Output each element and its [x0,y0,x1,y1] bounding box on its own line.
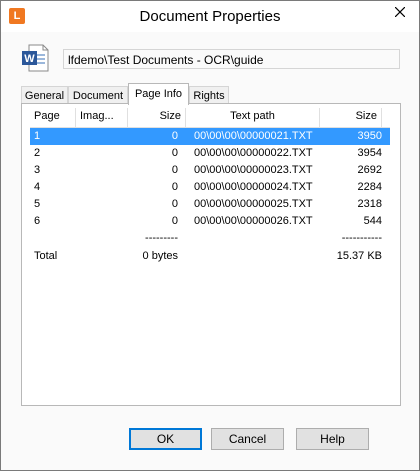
row-page: 6 [34,215,41,227]
separator-row: --------- ----------- [30,230,390,247]
row-page: 5 [34,198,41,210]
cancel-button[interactable]: Cancel [211,428,284,450]
row-page: 4 [34,181,41,193]
row-text-path: 00\00\00\00000021.TXT [194,130,313,142]
page-info-pane: Page Imag... Size Text path Size 1 0 00\… [21,103,401,406]
row-page: 1 [34,130,41,142]
row-image-size: 0 [171,198,178,210]
column-header-image[interactable]: Imag... [76,108,128,127]
row-text-size: 2318 [357,198,382,210]
row-image-size: 0 [171,215,178,227]
column-header-page[interactable]: Page [30,108,76,127]
row-text-size: 2692 [357,164,382,176]
svg-text:W: W [24,53,35,65]
row-page: 2 [34,147,41,159]
row-text-size: 3950 [357,130,382,142]
tab-rights[interactable]: Rights [189,86,229,104]
document-properties-window: L Document Properties W lfdemo\Test Docu… [0,0,420,471]
separator-dashes-right: ----------- [341,232,382,244]
tab-general[interactable]: General [21,86,68,104]
row-image-size: 0 [171,181,178,193]
list-header: Page Imag... Size Text path Size [30,108,390,128]
table-row[interactable]: 3 0 00\00\00\00000023.TXT 2692 [30,162,390,179]
close-icon [395,6,405,17]
total-text-size: 15.37 KB [336,250,382,262]
ok-button[interactable]: OK [129,428,202,450]
row-text-size: 544 [363,215,382,227]
window-title: Document Properties [139,8,281,25]
total-label: Total [34,250,58,262]
row-text-path: 00\00\00\00000024.TXT [194,181,313,193]
table-row[interactable]: 2 0 00\00\00\00000022.TXT 3954 [30,145,390,162]
document-path-field: lfdemo\Test Documents - OCR\guide [63,49,400,69]
row-image-size: 0 [171,164,178,176]
table-row[interactable]: 5 0 00\00\00\00000025.TXT 2318 [30,196,390,213]
row-text-path: 00\00\00\00000026.TXT [194,215,313,227]
table-row[interactable]: 4 0 00\00\00\00000024.TXT 2284 [30,179,390,196]
row-text-size: 2284 [357,181,382,193]
word-document-icon: W [22,44,49,72]
row-text-size: 3954 [357,147,382,159]
tab-page-info[interactable]: Page Info [128,83,189,105]
column-header-text-path[interactable]: Text path [186,108,320,127]
row-text-path: 00\00\00\00000022.TXT [194,147,313,159]
document-header: W lfdemo\Test Documents - OCR\guide [21,43,401,73]
row-image-size: 0 [171,130,178,142]
row-page: 3 [34,164,41,176]
tab-document[interactable]: Document [68,86,128,104]
total-image-size: 0 bytes [142,250,178,262]
title-bar: L Document Properties [1,1,419,32]
close-button[interactable] [381,1,419,22]
row-image-size: 0 [171,147,178,159]
help-button[interactable]: Help [296,428,369,450]
row-text-path: 00\00\00\00000023.TXT [194,164,313,176]
separator-dashes-left: --------- [145,232,178,244]
column-header-text-size[interactable]: Size [320,108,382,127]
column-header-size[interactable]: Size [128,108,186,127]
row-text-path: 00\00\00\00000025.TXT [194,198,313,210]
table-row[interactable]: 1 0 00\00\00\00000021.TXT 3950 [30,128,390,145]
table-row[interactable]: 6 0 00\00\00\00000026.TXT 544 [30,213,390,230]
total-row: Total 0 bytes 15.37 KB [30,248,390,265]
page-info-list[interactable]: Page Imag... Size Text path Size 1 0 00\… [30,108,390,398]
